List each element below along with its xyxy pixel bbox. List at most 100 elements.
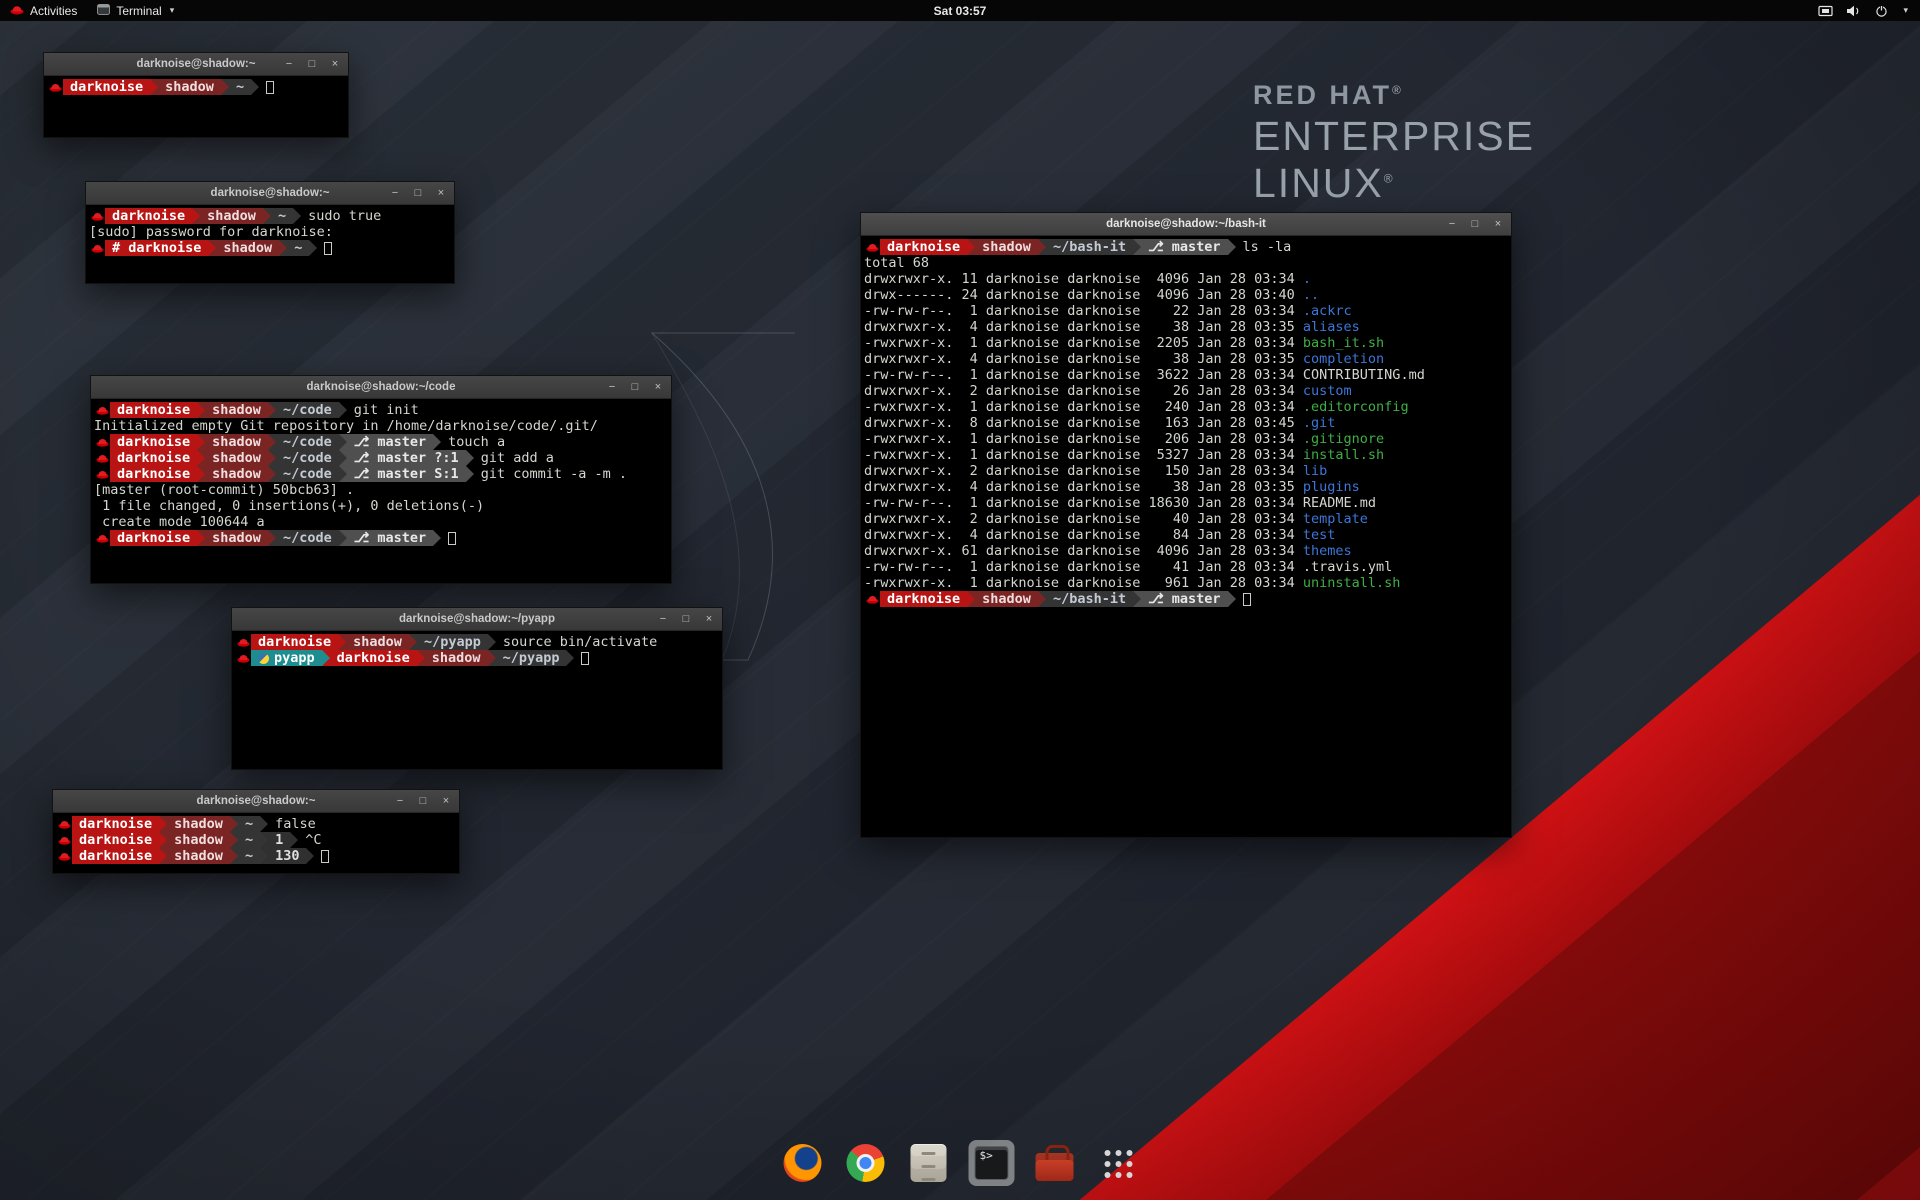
- output-line: [master (root-commit) 50bcb63] .: [94, 482, 671, 498]
- powerline-arrow: [260, 832, 268, 848]
- maximize-button[interactable]: □: [306, 58, 318, 70]
- prompt-segment-venv: pyapp: [251, 650, 322, 666]
- show-apps-icon[interactable]: [1095, 1140, 1141, 1186]
- clock[interactable]: Sat 03:57: [934, 4, 987, 18]
- file-name: template: [1303, 511, 1368, 527]
- output-line: [sudo] password for darknoise:: [89, 224, 454, 240]
- top-bar: Activities Terminal ▾ Sat 03:57 ▾: [0, 0, 1920, 21]
- command-text: git add a: [481, 450, 554, 466]
- terminal-content[interactable]: darknoiseshadow~: [44, 77, 348, 137]
- terminal-content[interactable]: darknoiseshadow~/codegit initInitialized…: [91, 400, 671, 583]
- terminal-output: -rw-rw-r--. 1 darknoise darknoise 18630 …: [864, 495, 1303, 511]
- command-text: source bin/activate: [503, 634, 657, 650]
- file-name: plugins: [1303, 479, 1360, 495]
- close-button[interactable]: ×: [435, 187, 447, 199]
- prompt-segment-git: ⎇ master: [347, 434, 433, 450]
- close-button[interactable]: ×: [440, 795, 452, 807]
- prompt-segment-path: ~: [229, 79, 251, 95]
- titlebar[interactable]: darknoise@shadow:~ −□×: [53, 790, 459, 813]
- maximize-button[interactable]: □: [417, 795, 429, 807]
- titlebar[interactable]: darknoise@shadow:~/code −□×: [91, 376, 671, 399]
- output-line: -rwxrwxr-x. 1 darknoise darknoise 240 Ja…: [864, 399, 1511, 415]
- terminal-output: -rw-rw-r--. 1 darknoise darknoise 22 Jan…: [864, 303, 1303, 319]
- prompt-segment-path: ~/pyapp: [417, 634, 488, 650]
- toolbox-icon[interactable]: [1032, 1140, 1078, 1186]
- maximize-button[interactable]: □: [680, 613, 692, 625]
- titlebar[interactable]: darknoise@shadow:~/pyapp −□×: [232, 608, 722, 631]
- terminal-output: Initialized empty Git repository in /hom…: [94, 418, 598, 434]
- close-button[interactable]: ×: [703, 613, 715, 625]
- activities-button[interactable]: Activities: [0, 0, 87, 21]
- minimize-button[interactable]: −: [389, 187, 401, 199]
- redhat-logo-icon: [10, 4, 24, 18]
- titlebar[interactable]: darknoise@shadow:~ −□ ×: [86, 182, 454, 205]
- redhat-prompt-icon: [89, 208, 105, 224]
- prompt-line: darknoiseshadow~/codegit init: [94, 402, 671, 418]
- powerline-arrow: [338, 634, 346, 650]
- powerline-arrow: [1038, 591, 1046, 607]
- files-icon[interactable]: [906, 1140, 952, 1186]
- minimize-button[interactable]: −: [657, 613, 669, 625]
- prompt-line: darknoiseshadow~/code⎇ master S:1git com…: [94, 466, 671, 482]
- terminal-window-code: darknoise@shadow:~/code −□× darknoisesha…: [90, 375, 672, 584]
- powerline-arrow: [433, 530, 441, 546]
- terminal-output: drwx------. 24 darknoise darknoise 4096 …: [864, 287, 1303, 303]
- prompt-segment-host: shadow: [216, 240, 279, 256]
- prompt-line: darknoiseshadow~/pyappsource bin/activat…: [235, 634, 722, 650]
- powerline-arrow: [488, 634, 496, 650]
- terminal-content[interactable]: darknoiseshadow~sudo true[sudo] password…: [86, 206, 454, 283]
- minimize-button[interactable]: −: [283, 58, 295, 70]
- terminal-cursor: [581, 652, 589, 665]
- dock: $>: [780, 1140, 1141, 1186]
- app-menu-terminal[interactable]: Terminal ▾: [87, 0, 184, 21]
- minimize-button[interactable]: −: [1446, 218, 1458, 230]
- prompt-segment-path: ~: [271, 208, 293, 224]
- titlebar[interactable]: darknoise@shadow:~/bash-it −□ ×: [861, 213, 1511, 236]
- powerline-arrow: [339, 434, 347, 450]
- prompt-segment-git: ⎇ master S:1: [347, 466, 466, 482]
- command-text: ls -la: [1243, 239, 1292, 255]
- maximize-button[interactable]: □: [629, 381, 641, 393]
- file-name: uninstall.sh: [1303, 575, 1401, 591]
- terminal-content[interactable]: darknoiseshadow~falsedarknoiseshadow~1^C…: [53, 814, 459, 873]
- terminal-window-home-1: darknoise@shadow:~ −□× darknoiseshadow~: [43, 52, 349, 138]
- command-text: ^C: [305, 832, 321, 848]
- powerline-arrow: [268, 450, 276, 466]
- system-status-area[interactable]: ▾: [1818, 0, 1920, 21]
- maximize-button[interactable]: □: [1469, 218, 1481, 230]
- titlebar[interactable]: darknoise@shadow:~ −□×: [44, 53, 348, 76]
- powerline-arrow: [268, 434, 276, 450]
- terminal-content[interactable]: darknoiseshadow~/bash-it⎇ masterls -lato…: [861, 237, 1511, 837]
- terminal-content[interactable]: darknoiseshadow~/pyappsource bin/activat…: [232, 632, 722, 769]
- prompt-line: pyappdarknoiseshadow~/pyapp: [235, 650, 722, 666]
- prompt-segment-host: shadow: [200, 208, 263, 224]
- redhat-prompt-icon: [89, 240, 105, 256]
- output-line: -rw-rw-r--. 1 darknoise darknoise 18630 …: [864, 495, 1511, 511]
- terminal-output: -rw-rw-r--. 1 darknoise darknoise 3622 J…: [864, 367, 1303, 383]
- window-title: darknoise@shadow:~/bash-it: [1106, 218, 1266, 230]
- terminal-window-home-2: darknoise@shadow:~ −□× darknoiseshadow~f…: [52, 789, 460, 874]
- registered-mark: ®: [1392, 83, 1404, 97]
- close-button[interactable]: ×: [329, 58, 341, 70]
- firefox-icon[interactable]: [780, 1140, 826, 1186]
- terminal-output: drwxrwxr-x. 2 darknoise darknoise 26 Jan…: [864, 383, 1303, 399]
- minimize-button[interactable]: −: [394, 795, 406, 807]
- prompt-segment-git: ⎇ master: [1141, 239, 1227, 255]
- chrome-icon[interactable]: [843, 1140, 889, 1186]
- output-line: total 68: [864, 255, 1511, 271]
- power-icon: [1875, 5, 1888, 17]
- window-title: darknoise@shadow:~: [211, 187, 330, 199]
- file-name: README.md: [1303, 495, 1376, 511]
- prompt-segment-host: shadow: [167, 816, 230, 832]
- minimize-button[interactable]: −: [606, 381, 618, 393]
- terminal-output: drwxrwxr-x. 4 darknoise darknoise 38 Jan…: [864, 351, 1303, 367]
- prompt-segment-host: shadow: [205, 434, 268, 450]
- prompt-segment-path: ~/code: [276, 450, 339, 466]
- terminal-icon[interactable]: $>: [969, 1140, 1015, 1186]
- close-button[interactable]: ×: [652, 381, 664, 393]
- powerline-arrow: [192, 208, 200, 224]
- prompt-segment-path: ~/bash-it: [1046, 591, 1133, 607]
- close-button[interactable]: ×: [1492, 218, 1504, 230]
- maximize-button[interactable]: □: [412, 187, 424, 199]
- powerline-arrow: [1228, 239, 1236, 255]
